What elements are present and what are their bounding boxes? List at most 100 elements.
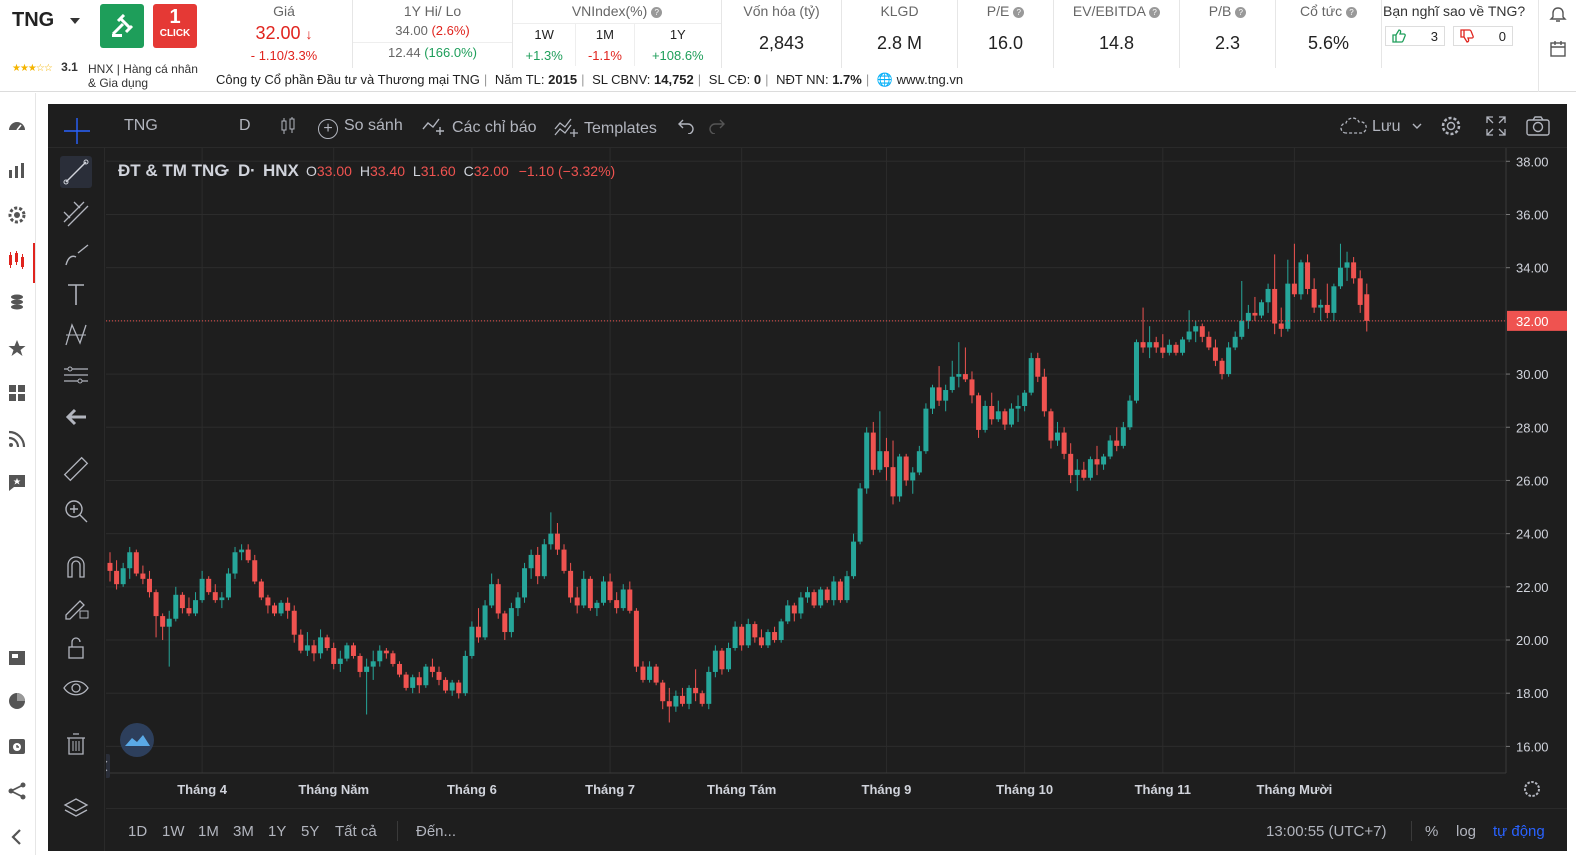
candle-body xyxy=(726,648,732,670)
lock-drawing-icon[interactable] xyxy=(60,591,92,623)
time-axis[interactable]: Tháng 4 Tháng Năm Tháng 6 Tháng 7 Tháng Tám T… xyxy=(106,772,1506,797)
chevron-down-icon[interactable] xyxy=(1412,122,1422,130)
candlestick-chart-icon[interactable] xyxy=(6,249,28,271)
trend-line-icon[interactable] xyxy=(60,156,92,188)
save-button[interactable]: Lưu xyxy=(1340,117,1401,136)
trade-button[interactable] xyxy=(100,4,144,48)
stars-icon[interactable] xyxy=(6,338,28,360)
candle-body xyxy=(1068,453,1074,476)
pe-label-text: P/E xyxy=(986,3,1010,19)
candle-body xyxy=(225,573,231,598)
candle-body xyxy=(364,666,370,672)
collapse-toolbar-handle[interactable] xyxy=(106,754,110,778)
range-1y[interactable]: 1Y xyxy=(268,823,286,840)
pattern-icon[interactable] xyxy=(60,319,92,351)
range-1d[interactable]: 1D xyxy=(128,823,147,840)
fib-retracement-icon[interactable] xyxy=(60,198,92,230)
dashboard-icon[interactable] xyxy=(6,115,28,137)
candle-body xyxy=(969,379,975,396)
candle xyxy=(1344,251,1350,281)
rss-icon[interactable] xyxy=(6,428,28,450)
zoom-in-icon[interactable] xyxy=(60,495,92,527)
text-icon[interactable] xyxy=(60,279,92,311)
bell-icon[interactable] xyxy=(1549,6,1567,24)
range-1w[interactable]: 1W xyxy=(162,823,185,840)
fullscreen-icon[interactable] xyxy=(1485,115,1507,137)
coins-icon[interactable] xyxy=(6,292,28,314)
chart-type-icon[interactable] xyxy=(278,116,298,136)
logo-badge[interactable] xyxy=(120,723,154,757)
candle xyxy=(969,371,975,404)
help-icon[interactable]: ? xyxy=(1013,7,1025,18)
candle-body xyxy=(666,701,672,707)
candle-body xyxy=(383,650,389,654)
feedback-icon[interactable] xyxy=(6,472,28,494)
like-button[interactable]: 3 xyxy=(1385,26,1445,46)
clock-display[interactable]: 13:00:55 (UTC+7) xyxy=(1266,823,1386,840)
undo-icon[interactable] xyxy=(677,118,695,134)
candle-body xyxy=(324,637,330,648)
chevron-down-icon[interactable] xyxy=(70,18,80,24)
help-icon[interactable]: ? xyxy=(1345,7,1357,18)
ruler-icon[interactable] xyxy=(60,453,92,485)
trash-icon[interactable] xyxy=(60,728,92,760)
candle-body xyxy=(706,671,712,704)
price-chart[interactable]: 16.00 18.00 20.00 22.00 24.00 26.00 28.00 30.00… xyxy=(106,148,1567,808)
camera-icon[interactable] xyxy=(1525,114,1551,138)
candles-layer xyxy=(107,243,1370,723)
one-click-button[interactable]: 1 CLICK xyxy=(153,4,197,48)
candle xyxy=(1041,368,1047,417)
candle-body xyxy=(489,584,495,606)
symbol-search-button[interactable]: TNG xyxy=(124,117,158,135)
dislike-button[interactable]: 0 xyxy=(1453,26,1513,46)
ev-ebitda-value: 14.8 xyxy=(1098,33,1135,53)
range-3m[interactable]: 3M xyxy=(233,823,254,840)
grid-icon[interactable] xyxy=(6,382,28,404)
candle-body xyxy=(548,533,554,545)
crosshair-icon[interactable] xyxy=(62,116,92,146)
help-icon[interactable]: ? xyxy=(1235,7,1247,18)
legend-o-label: O xyxy=(306,163,317,179)
chevron-left-icon[interactable] xyxy=(6,826,28,848)
axis-settings-icon[interactable] xyxy=(1524,781,1540,797)
gear-icon[interactable] xyxy=(1439,114,1463,138)
history-icon[interactable] xyxy=(6,735,28,757)
unlock-icon[interactable] xyxy=(60,632,92,664)
candle-body xyxy=(930,387,935,409)
goto-date-button[interactable]: Đến... xyxy=(416,823,456,840)
news-icon[interactable] xyxy=(6,647,28,669)
indicators-button[interactable]: Các chỉ báo xyxy=(422,117,537,137)
pie-chart-icon[interactable] xyxy=(6,690,28,712)
eye-icon[interactable] xyxy=(60,672,92,704)
ticker-symbol[interactable]: TNG xyxy=(12,9,54,32)
settings-icon[interactable] xyxy=(6,204,28,226)
website-link[interactable]: www.tng.vn xyxy=(897,72,963,87)
help-icon[interactable]: ? xyxy=(1149,7,1161,18)
candle-body xyxy=(1324,304,1330,313)
interval-button[interactable]: D xyxy=(239,117,251,135)
calendar-icon[interactable] xyxy=(1549,40,1567,58)
prediction-icon[interactable] xyxy=(60,359,92,391)
market-icon[interactable] xyxy=(6,160,28,182)
templates-button[interactable]: Templates xyxy=(554,117,657,138)
candle-body xyxy=(1015,405,1021,409)
redo-icon[interactable] xyxy=(708,118,726,134)
candle-body xyxy=(949,376,955,391)
price-axis[interactable]: 16.00 18.00 20.00 22.00 24.00 26.00 28.00 30.00… xyxy=(1505,148,1567,773)
magnet-icon[interactable] xyxy=(60,551,92,583)
candle xyxy=(910,467,916,494)
arrow-left-icon[interactable] xyxy=(60,401,92,433)
candle xyxy=(114,560,120,590)
candle-body xyxy=(1344,262,1350,268)
brush-icon[interactable] xyxy=(60,239,92,271)
range-5y[interactable]: 5Y xyxy=(301,823,319,840)
log-scale-toggle[interactable]: log xyxy=(1456,823,1476,840)
auto-scale-toggle[interactable]: tự động xyxy=(1493,823,1545,840)
share-icon[interactable] xyxy=(6,780,28,802)
percent-scale-toggle[interactable]: % xyxy=(1425,823,1438,840)
range-all[interactable]: Tất cả xyxy=(335,823,377,840)
help-icon[interactable]: ? xyxy=(651,7,663,18)
layers-icon[interactable] xyxy=(60,791,92,823)
range-1m[interactable]: 1M xyxy=(198,823,219,840)
compare-button[interactable]: + So sánh xyxy=(318,117,403,139)
